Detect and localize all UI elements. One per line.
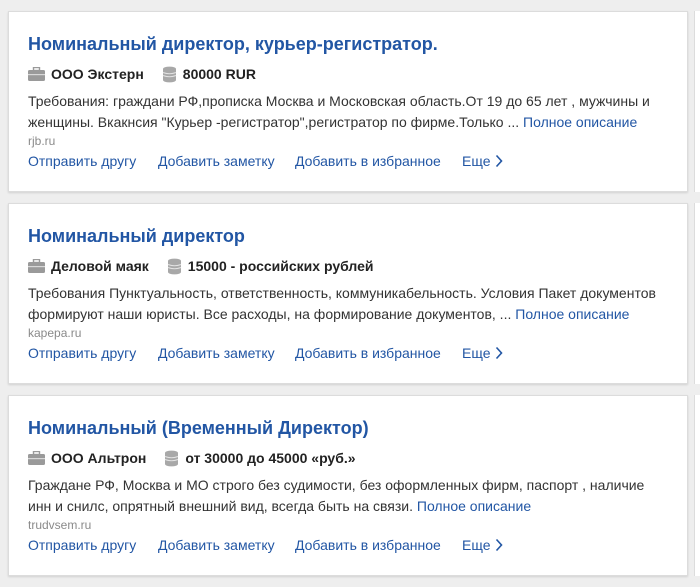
adjacent-card-edge: [694, 203, 700, 384]
add-to-favorites-link[interactable]: Добавить в избранное: [295, 153, 441, 169]
job-card: Номинальный (Временный Директор) ООО Аль…: [8, 395, 688, 576]
more-button[interactable]: Еще: [462, 537, 503, 553]
more-button[interactable]: Еще: [462, 153, 503, 169]
job-meta: Деловой маяк 15000 - российских рублей: [28, 257, 374, 275]
chevron-right-icon: [495, 346, 503, 360]
salary: 80000 RUR: [182, 66, 256, 82]
add-note-link[interactable]: Добавить заметку: [158, 537, 275, 553]
more-label: Еще: [462, 345, 491, 361]
more-label: Еще: [462, 537, 491, 553]
source-domain: rjb.ru: [28, 134, 56, 148]
chevron-right-icon: [495, 538, 503, 552]
job-meta: ООО Альтрон от 30000 до 45000 «руб.»: [28, 449, 356, 467]
description-text: Граждане РФ, Москва и МО строго без суди…: [28, 477, 645, 514]
full-description-link[interactable]: Полное описание: [515, 306, 629, 322]
company-name: Деловой маяк: [51, 258, 149, 274]
company-name: ООО Экстерн: [51, 66, 144, 82]
more-label: Еще: [462, 153, 491, 169]
source-domain: kapepa.ru: [28, 326, 82, 340]
send-to-friend-link[interactable]: Отправить другу: [28, 537, 136, 553]
add-to-favorites-link[interactable]: Добавить в избранное: [295, 537, 441, 553]
job-card: Номинальный директор, курьер-регистратор…: [8, 11, 688, 192]
coins-icon: [162, 66, 177, 83]
briefcase-icon: [28, 451, 45, 465]
adjacent-card-edge: [694, 11, 700, 192]
add-to-favorites-link[interactable]: Добавить в избранное: [295, 345, 441, 361]
adjacent-card-edge: [694, 395, 700, 576]
send-to-friend-link[interactable]: Отправить другу: [28, 345, 136, 361]
send-to-friend-link[interactable]: Отправить другу: [28, 153, 136, 169]
add-note-link[interactable]: Добавить заметку: [158, 153, 275, 169]
briefcase-icon: [28, 67, 45, 81]
source-domain: trudvsem.ru: [28, 518, 92, 532]
job-title-link[interactable]: Номинальный (Временный Директор): [28, 418, 369, 439]
full-description-link[interactable]: Полное описание: [417, 498, 531, 514]
add-note-link[interactable]: Добавить заметку: [158, 345, 275, 361]
coins-icon: [164, 450, 179, 467]
job-description: Граждане РФ, Москва и МО строго без суди…: [28, 475, 668, 517]
company-name: ООО Альтрон: [51, 450, 147, 466]
job-title-link[interactable]: Номинальный директор, курьер-регистратор…: [28, 34, 438, 55]
job-description: Требования Пунктуальность, ответственнос…: [28, 283, 668, 325]
coins-icon: [167, 258, 182, 275]
job-description: Требования: граждани РФ,прописка Москва …: [28, 91, 668, 133]
briefcase-icon: [28, 259, 45, 273]
job-card: Номинальный директор Деловой маяк 15000 …: [8, 203, 688, 384]
job-meta: ООО Экстерн 80000 RUR: [28, 65, 256, 83]
full-description-link[interactable]: Полное описание: [523, 114, 637, 130]
more-button[interactable]: Еще: [462, 345, 503, 361]
job-title-link[interactable]: Номинальный директор: [28, 226, 245, 247]
chevron-right-icon: [495, 154, 503, 168]
salary: 15000 - российских рублей: [187, 258, 374, 274]
salary: от 30000 до 45000 «руб.»: [185, 450, 356, 466]
